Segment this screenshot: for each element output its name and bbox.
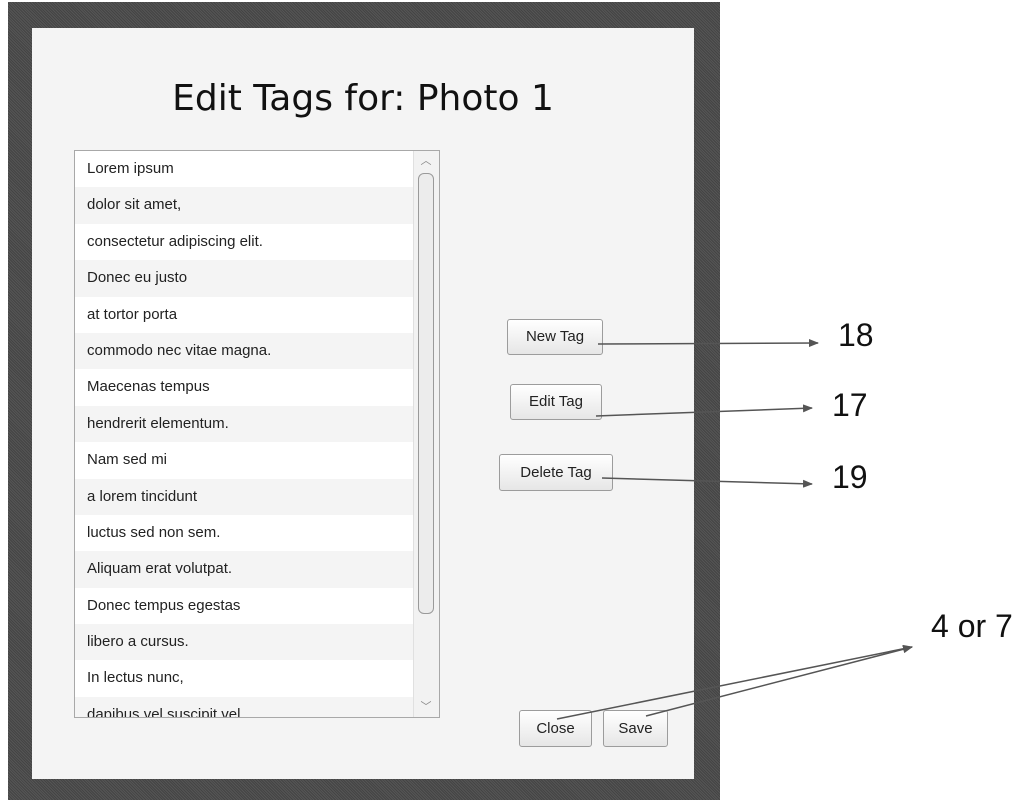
scroll-thumb[interactable] [418, 173, 434, 614]
edit-tag-button[interactable]: Edit Tag [510, 384, 602, 420]
tag-list-item[interactable]: Aliquam erat volutpat. [75, 551, 413, 588]
dialog-title: Edit Tags for: Photo 1 [172, 78, 554, 119]
close-button[interactable]: Close [519, 710, 592, 747]
tag-list-item[interactable]: Nam sed mi [75, 442, 413, 479]
tag-list-item[interactable]: In lectus nunc, [75, 660, 413, 697]
tag-list-item[interactable]: commodo nec vitae magna. [75, 332, 413, 370]
tag-list-item[interactable]: Donec eu justo [75, 260, 413, 297]
tag-list-item[interactable]: luctus sed non sem. [75, 514, 413, 552]
tag-list-item[interactable]: consectetur adipiscing elit. [75, 223, 413, 261]
tag-list-item[interactable]: dolor sit amet, [75, 187, 413, 224]
tag-list-item[interactable]: at tortor porta [75, 296, 413, 333]
tag-list-scrollbar[interactable]: ︿ ﹀ [413, 151, 439, 717]
tag-list-item[interactable]: dapibus vel suscipit vel, [75, 696, 413, 717]
new-tag-button[interactable]: New Tag [507, 319, 603, 355]
annotation-new-tag-count: 18 [838, 317, 874, 353]
chevron-down-icon[interactable]: ﹀ [420, 701, 432, 713]
delete-tag-button[interactable]: Delete Tag [499, 454, 613, 491]
tag-list-item[interactable]: Maecenas tempus [75, 369, 413, 406]
tag-list-item[interactable]: a lorem tincidunt [75, 478, 413, 515]
tag-list-item[interactable]: libero a cursus. [75, 624, 413, 661]
save-button[interactable]: Save [603, 710, 668, 747]
tag-list[interactable]: Lorem ipsum dolor sit amet, consectetur ad… [74, 150, 440, 718]
tag-list-item[interactable]: Donec tempus egestas [75, 587, 413, 625]
chevron-up-icon[interactable]: ︿ [420, 155, 432, 167]
tag-rows: Lorem ipsum dolor sit amet, consectetur ad… [75, 151, 439, 717]
annotation-close-save-count: 4 or 7 [931, 608, 1013, 644]
screenshot-stage: Edit Tags for: Photo 1 Lorem ipsum dolor … [0, 0, 1032, 802]
tag-list-item[interactable]: hendrerit elementum. [75, 405, 413, 443]
annotation-delete-tag-count: 19 [832, 459, 868, 495]
annotation-edit-tag-count: 17 [832, 387, 868, 423]
tag-list-item[interactable]: Lorem ipsum [75, 151, 413, 188]
